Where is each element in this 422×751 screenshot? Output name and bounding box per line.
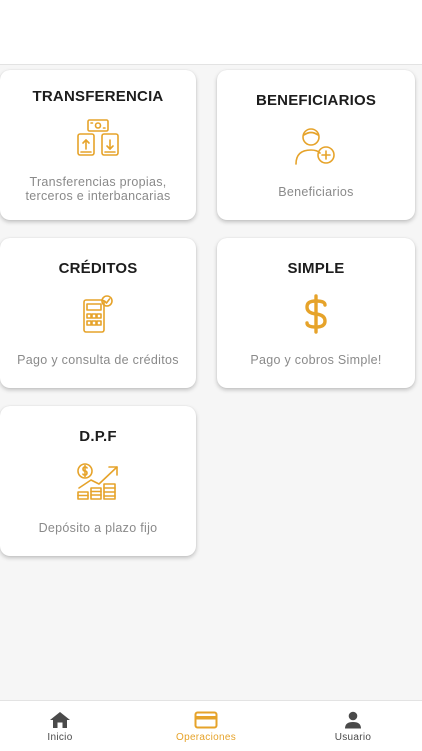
nav-item-inicio[interactable]: Inicio bbox=[0, 701, 130, 751]
card-title: CRÉDITOS bbox=[58, 260, 138, 277]
money-transfer-icon bbox=[75, 118, 121, 163]
home-icon bbox=[49, 711, 71, 734]
operation-card-dpf[interactable]: D.P.F Depósito a plazo fijo bbox=[0, 406, 196, 556]
card-title: D.P.F bbox=[79, 428, 117, 445]
card-description: Pago y cobros Simple! bbox=[221, 353, 411, 367]
nav-item-operaciones[interactable]: Operaciones bbox=[136, 701, 276, 751]
calculator-icon bbox=[80, 294, 116, 339]
card-description-line: Pago y cobros Simple! bbox=[250, 353, 382, 367]
card-title: BENEFICIARIOS bbox=[255, 92, 377, 109]
card-description: Depósito a plazo fijo bbox=[4, 521, 192, 535]
card-description: Beneficiarios bbox=[221, 185, 411, 199]
nav-label: Usuario bbox=[334, 732, 372, 743]
card-description-line: Pago y consulta de créditos bbox=[17, 353, 179, 367]
card-title: SIMPLE bbox=[287, 260, 345, 277]
operation-card-transferencia[interactable]: TRANSFERENCIA Transferencias propias, te… bbox=[0, 70, 196, 220]
card-description-line: terceros e interbancarias bbox=[25, 189, 171, 203]
dollar-icon bbox=[301, 293, 331, 340]
card-description-line: Transferencias propias, bbox=[29, 175, 167, 189]
nav-item-usuario[interactable]: Usuario bbox=[283, 701, 422, 751]
user-icon bbox=[343, 711, 363, 734]
nav-label: Operaciones bbox=[176, 732, 236, 743]
bottom-navigation: Inicio Operaciones Usuario bbox=[0, 700, 422, 751]
card-title: TRANSFERENCIA bbox=[32, 88, 164, 105]
card-description-line: Depósito a plazo fijo bbox=[38, 521, 158, 535]
user-add-icon bbox=[293, 126, 339, 171]
nav-label: Inicio bbox=[47, 732, 73, 743]
card-description: Pago y consulta de créditos bbox=[4, 353, 192, 367]
card-description: Transferencias propias, terceros e inter… bbox=[4, 175, 192, 203]
top-app-bar bbox=[0, 0, 422, 65]
card-icon bbox=[194, 711, 218, 734]
growth-coins-icon bbox=[75, 462, 121, 507]
operation-card-creditos[interactable]: CRÉDITOS Pago y consulta de créditos bbox=[0, 238, 196, 388]
card-description-line: Beneficiarios bbox=[278, 185, 354, 199]
operation-card-beneficiarios[interactable]: BENEFICIARIOS Beneficiarios bbox=[217, 70, 415, 220]
operation-card-simple[interactable]: SIMPLE Pago y cobros Simple! bbox=[217, 238, 415, 388]
